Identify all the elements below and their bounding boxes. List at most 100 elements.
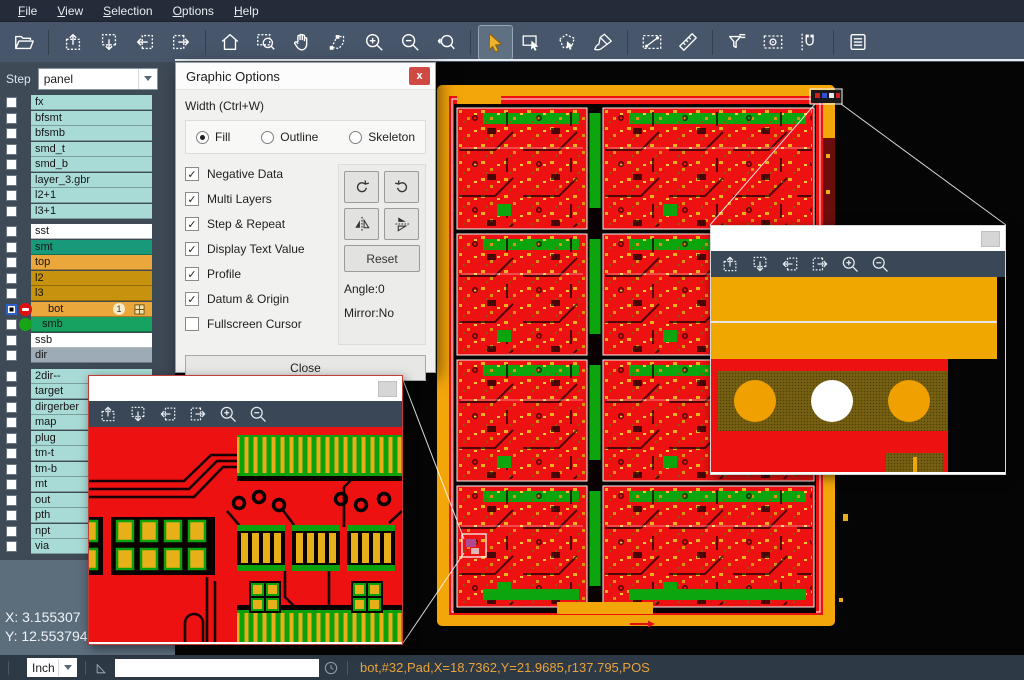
layer-visibility-checkbox[interactable]: [6, 335, 17, 346]
radio-label[interactable]: Fill: [215, 130, 230, 144]
filter-button[interactable]: [721, 26, 754, 59]
mirror-horizontal-button[interactable]: [384, 208, 419, 240]
layer-name[interactable]: l2: [31, 271, 152, 286]
checkbox-label[interactable]: Datum & Origin: [207, 292, 289, 306]
view-up-button[interactable]: [57, 26, 90, 59]
layer-visibility-checkbox[interactable]: [6, 288, 17, 299]
checkbox-label[interactable]: Multi Layers: [207, 192, 272, 206]
radio-dot[interactable]: [196, 131, 209, 144]
radio-dot[interactable]: [349, 131, 362, 144]
command-input[interactable]: [115, 659, 319, 677]
magnifier-pcb-view[interactable]: [89, 427, 402, 642]
magnifier-window-detail[interactable]: [88, 375, 403, 645]
layer-row[interactable]: layer_3.gbr: [0, 173, 175, 189]
layer-row[interactable]: l2: [0, 271, 175, 287]
poly-select-button[interactable]: [551, 26, 584, 59]
view-options-button[interactable]: [757, 26, 790, 59]
snap-magnet-button[interactable]: [793, 26, 826, 59]
layer-visibility-checkbox[interactable]: [6, 371, 17, 382]
view-down-button[interactable]: [93, 26, 126, 59]
measure-button[interactable]: [636, 26, 669, 59]
layer-visibility-checkbox[interactable]: [6, 464, 17, 475]
menu-selection[interactable]: Selection: [93, 2, 162, 20]
layer-name[interactable]: bot 1: [31, 302, 152, 317]
zoom-out-button[interactable]: [870, 254, 890, 274]
zoom-object-button[interactable]: [322, 26, 355, 59]
layer-visibility-checkbox[interactable]: [6, 128, 17, 139]
layer-visibility-checkbox[interactable]: [6, 242, 17, 253]
pan-hand-button[interactable]: [286, 26, 319, 59]
zoom-previous-button[interactable]: [430, 26, 463, 59]
zoom-in-button[interactable]: [218, 404, 238, 424]
layer-row-smb[interactable]: smb: [0, 317, 175, 333]
home-fit-button[interactable]: [214, 26, 247, 59]
view-left-button[interactable]: [129, 26, 162, 59]
zoom-in-button[interactable]: [840, 254, 860, 274]
rect-select-button[interactable]: [515, 26, 548, 59]
layer-visibility-checkbox[interactable]: [6, 226, 17, 237]
magnifier-titlebar[interactable]: [89, 376, 402, 401]
radio-label[interactable]: Skeleton: [368, 130, 415, 144]
radio-fill[interactable]: Fill: [196, 130, 230, 144]
layer-row[interactable]: bfsmt: [0, 111, 175, 127]
layer-visibility-checkbox[interactable]: [6, 113, 17, 124]
layer-visibility-checkbox[interactable]: [6, 159, 17, 170]
checkbox-box[interactable]: [185, 217, 199, 231]
chevron-down-icon[interactable]: [58, 659, 77, 676]
view-left-button[interactable]: [158, 404, 178, 424]
layer-visibility-checkbox[interactable]: [6, 144, 17, 155]
layer-row[interactable]: smt: [0, 240, 175, 256]
layer-visibility-checkbox[interactable]: [6, 433, 17, 444]
view-left-button[interactable]: [780, 254, 800, 274]
layer-row[interactable]: l2+1: [0, 188, 175, 204]
layers-panel-button[interactable]: [842, 26, 875, 59]
layer-visibility-checkbox[interactable]: [6, 510, 17, 521]
layer-row[interactable]: ssb: [0, 333, 175, 349]
view-up-button[interactable]: [720, 254, 740, 274]
magnifier-window-corner[interactable]: [710, 225, 1006, 475]
menu-options[interactable]: Options: [163, 2, 224, 20]
layer-visibility-checkbox[interactable]: [6, 350, 17, 361]
radio-label[interactable]: Outline: [280, 130, 318, 144]
layer-row[interactable]: bfsmb: [0, 126, 175, 142]
window-button[interactable]: [378, 381, 397, 397]
layer-name[interactable]: l3: [31, 286, 152, 301]
layer-name[interactable]: layer_3.gbr: [31, 173, 152, 188]
view-down-button[interactable]: [750, 254, 770, 274]
layer-name[interactable]: smd_b: [31, 157, 152, 172]
checkbox-box[interactable]: [185, 292, 199, 306]
select-tool-button[interactable]: [479, 26, 512, 59]
layer-visibility-checkbox[interactable]: [6, 190, 17, 201]
zoom-in-button[interactable]: [358, 26, 391, 59]
radio-outline[interactable]: Outline: [261, 130, 318, 144]
zoom-out-button[interactable]: [394, 26, 427, 59]
checkbox-fullscreen-cursor[interactable]: Fullscreen Cursor: [185, 317, 331, 331]
view-down-button[interactable]: [128, 404, 148, 424]
layer-visibility-checkbox[interactable]: [6, 304, 17, 315]
layer-row[interactable]: l3+1: [0, 204, 175, 220]
layer-name[interactable]: dir: [31, 348, 152, 363]
close-icon[interactable]: x: [409, 67, 430, 85]
layer-visibility-checkbox[interactable]: [6, 257, 17, 268]
unit-select[interactable]: Inch: [27, 658, 77, 677]
layer-visibility-checkbox[interactable]: [6, 386, 17, 397]
layer-row[interactable]: sst: [0, 224, 175, 240]
checkbox-box[interactable]: [185, 242, 199, 256]
layer-visibility-checkbox[interactable]: [6, 479, 17, 490]
chevron-down-icon[interactable]: [138, 69, 157, 89]
view-right-button[interactable]: [188, 404, 208, 424]
reset-button[interactable]: Reset: [344, 245, 420, 272]
layer-name[interactable]: bfsmb: [31, 126, 152, 141]
corner-angle-icon[interactable]: [94, 659, 111, 676]
view-right-button[interactable]: [165, 26, 198, 59]
layer-visibility-checkbox[interactable]: [6, 541, 17, 552]
zoom-window-button[interactable]: [250, 26, 283, 59]
rotate-ccw-button[interactable]: [384, 171, 419, 203]
open-button[interactable]: [8, 26, 41, 59]
checkbox-step-repeat[interactable]: Step & Repeat: [185, 217, 331, 231]
menu-help[interactable]: Help: [224, 2, 269, 20]
layer-name[interactable]: smt: [31, 240, 152, 255]
layer-name[interactable]: sst: [31, 224, 152, 239]
layer-name[interactable]: ssb: [31, 333, 152, 348]
menu-view[interactable]: View: [47, 2, 93, 20]
